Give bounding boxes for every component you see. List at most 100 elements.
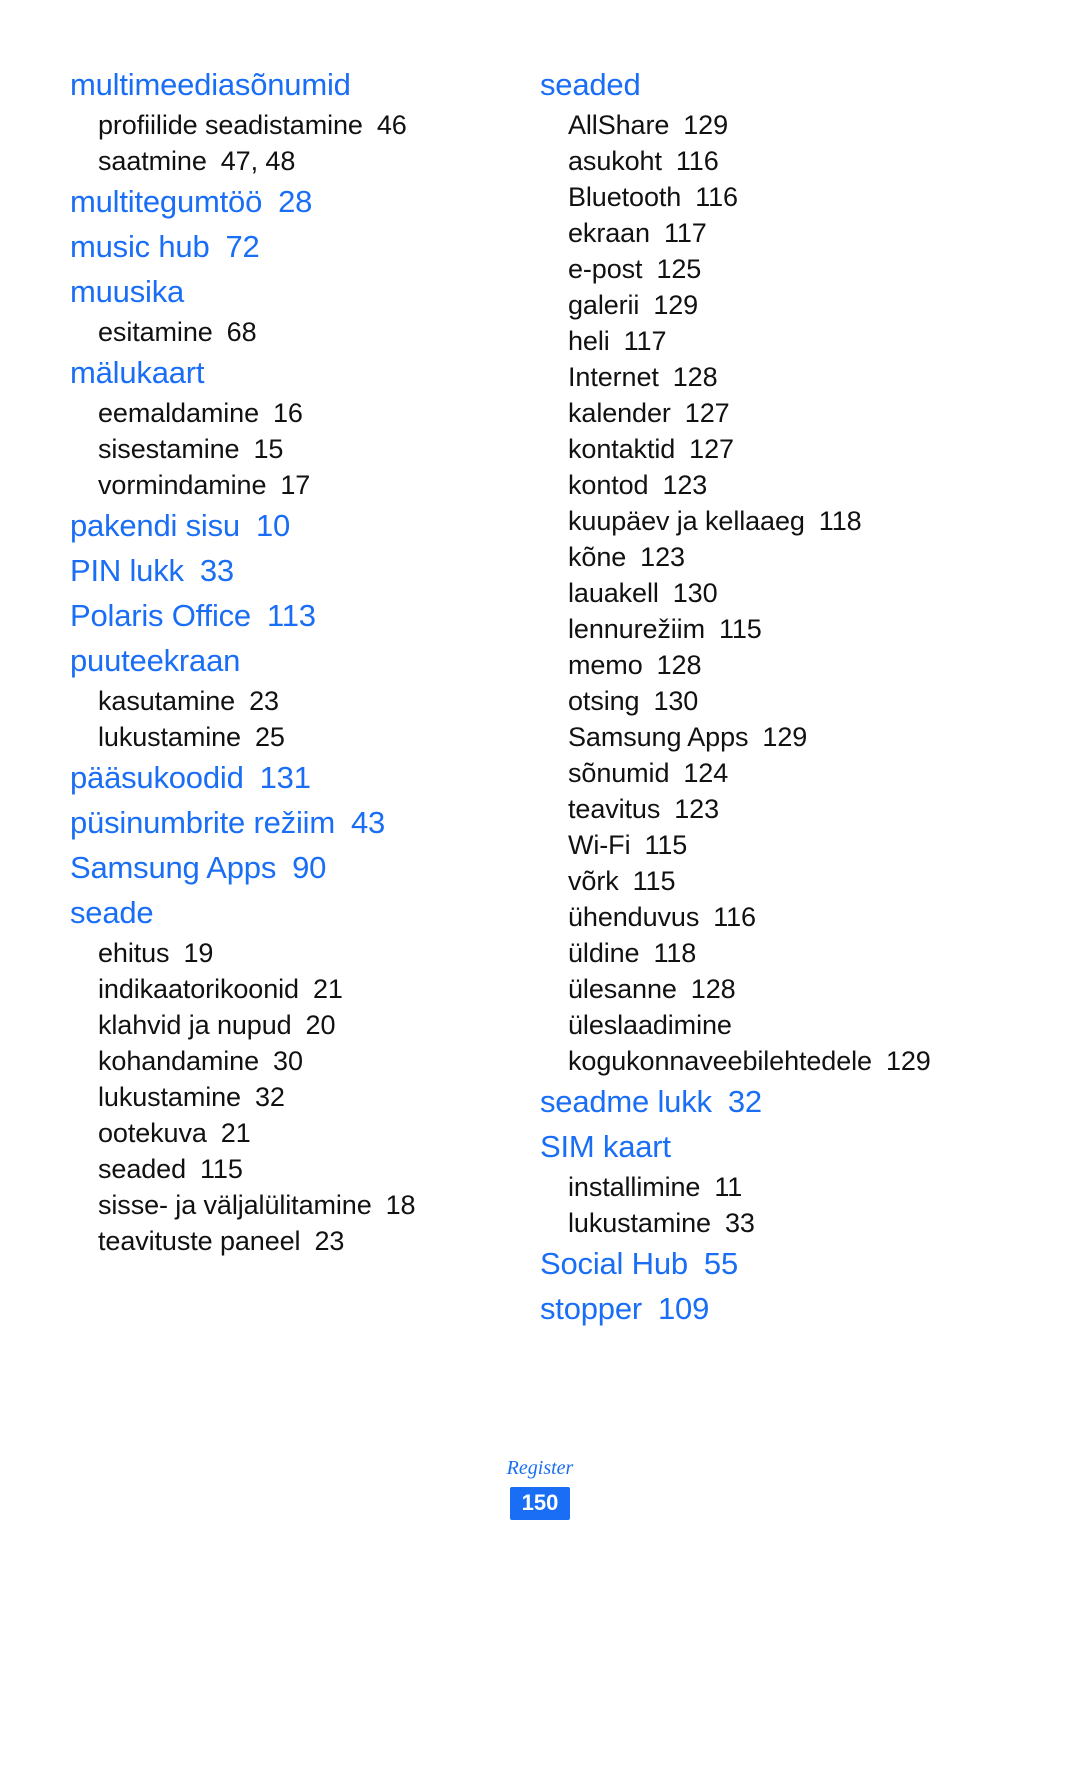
index-subentry[interactable]: sisse- ja väljalülitamine 18: [70, 1187, 485, 1223]
index-subentry-page: 116: [695, 182, 738, 212]
index-subentry[interactable]: asukoht 116: [540, 143, 1010, 179]
index-subentry-page: 118: [653, 938, 697, 968]
index-columns: multimeediasõnumid profiilide seadistamin…: [70, 62, 1010, 1331]
index-subentry[interactable]: profiilide seadistamine 46: [70, 107, 485, 143]
index-heading-label: muusika: [70, 274, 185, 309]
index-subentry[interactable]: ühenduvus 116: [540, 899, 1010, 935]
index-heading-label: seaded: [540, 67, 641, 102]
index-subentry-label: ühenduvus: [568, 902, 700, 932]
index-heading[interactable]: multitegumtöö 28: [70, 179, 485, 224]
index-heading[interactable]: seaded: [540, 62, 1010, 107]
index-subentry-label: Wi-Fi: [568, 830, 631, 860]
index-subentry-label: üldine: [568, 938, 640, 968]
index-subentry-page: 21: [312, 974, 343, 1004]
index-group: Social Hub 55: [540, 1241, 1010, 1286]
index-group: stopper 109: [540, 1286, 1010, 1331]
index-subentry[interactable]: ekraan 117: [540, 215, 1010, 251]
index-heading-page: 113: [266, 598, 316, 633]
index-subentry[interactable]: seaded 115: [70, 1151, 485, 1187]
index-subentry-page: 115: [644, 830, 688, 860]
index-subentry[interactable]: otsing 130: [540, 683, 1010, 719]
index-subentry[interactable]: lennurežiim 115: [540, 611, 1010, 647]
index-subentry[interactable]: kontod 123: [540, 467, 1010, 503]
index-heading[interactable]: Samsung Apps 90: [70, 845, 485, 890]
index-subentry-label: seaded: [98, 1154, 186, 1184]
index-subentry[interactable]: võrk 115: [540, 863, 1010, 899]
index-subentry-page: 47, 48: [220, 146, 296, 176]
index-subentry[interactable]: Wi-Fi 115: [540, 827, 1010, 863]
index-subentry[interactable]: e-post 125: [540, 251, 1010, 287]
index-subentry[interactable]: lukustamine 25: [70, 719, 485, 755]
index-subentry-label: eemaldamine: [98, 398, 259, 428]
index-subentry[interactable]: memo 128: [540, 647, 1010, 683]
index-subentry-page: 118: [818, 506, 862, 536]
index-heading[interactable]: multimeediasõnumid: [70, 62, 485, 107]
index-subentry-label: lukustamine: [98, 722, 241, 752]
index-heading[interactable]: pääsukoodid 131: [70, 755, 485, 800]
index-heading-label: pakendi sisu: [70, 508, 240, 543]
index-subentry[interactable]: ülesanne 128: [540, 971, 1010, 1007]
index-heading[interactable]: stopper 109: [540, 1286, 1010, 1331]
index-subentry[interactable]: Samsung Apps 129: [540, 719, 1010, 755]
index-subentry[interactable]: kohandamine 30: [70, 1043, 485, 1079]
index-heading-page: 55: [703, 1246, 739, 1281]
index-subentry[interactable]: kasutamine 23: [70, 683, 485, 719]
index-subentry[interactable]: teavitus 123: [540, 791, 1010, 827]
index-heading[interactable]: püsinumbrite režiim 43: [70, 800, 485, 845]
index-heading[interactable]: pakendi sisu 10: [70, 503, 485, 548]
index-subentry-label: lukustamine: [98, 1082, 241, 1112]
index-subentry[interactable]: üleslaadimine kogukonnaveebilehtedele 129: [540, 1007, 1010, 1079]
index-heading[interactable]: puuteekraan: [70, 638, 485, 683]
index-subentry[interactable]: lukustamine 33: [540, 1205, 1010, 1241]
index-subentry-continuation: kogukonnaveebilehtedele 129: [568, 1043, 1010, 1079]
index-subentry[interactable]: lauakell 130: [540, 575, 1010, 611]
index-subentry[interactable]: kõne 123: [540, 539, 1010, 575]
index-subentry[interactable]: kalender 127: [540, 395, 1010, 431]
index-subentry[interactable]: sõnumid 124: [540, 755, 1010, 791]
index-heading[interactable]: muusika: [70, 269, 485, 314]
index-subentry[interactable]: galerii 129: [540, 287, 1010, 323]
index-subentry[interactable]: eemaldamine 16: [70, 395, 485, 431]
index-subentry-label: profiilide seadistamine: [98, 110, 363, 140]
index-subentry-label: otsing: [568, 686, 640, 716]
index-subentry[interactable]: installimine 11: [540, 1169, 1010, 1205]
index-subentry-page: 21: [220, 1118, 251, 1148]
index-subentry[interactable]: vormindamine 17: [70, 467, 485, 503]
index-heading[interactable]: seadme lukk 32: [540, 1079, 1010, 1124]
index-subentry-page: 115: [718, 614, 762, 644]
index-subentry-label: ülesanne: [568, 974, 677, 1004]
index-subentry[interactable]: üldine 118: [540, 935, 1010, 971]
index-subentry[interactable]: esitamine 68: [70, 314, 485, 350]
index-subentry[interactable]: kuupäev ja kellaaeg 118: [540, 503, 1010, 539]
index-subentry-label: saatmine: [98, 146, 207, 176]
index-heading[interactable]: Polaris Office 113: [70, 593, 485, 638]
index-heading-page: 131: [259, 760, 311, 795]
index-subentry[interactable]: heli 117: [540, 323, 1010, 359]
index-subentry-page: 123: [674, 794, 719, 824]
index-subentry[interactable]: saatmine 47, 48: [70, 143, 485, 179]
index-subentry[interactable]: teavituste paneel 23: [70, 1223, 485, 1259]
index-subentry[interactable]: Bluetooth 116: [540, 179, 1010, 215]
index-subentry[interactable]: kontaktid 127: [540, 431, 1010, 467]
index-heading[interactable]: music hub 72: [70, 224, 485, 269]
index-heading[interactable]: SIM kaart: [540, 1124, 1010, 1169]
index-heading[interactable]: seade: [70, 890, 485, 935]
index-heading-label: multimeediasõnumid: [70, 67, 351, 102]
index-heading[interactable]: mälukaart: [70, 350, 485, 395]
index-heading-label: mälukaart: [70, 355, 205, 390]
index-heading-label: Polaris Office: [70, 598, 251, 633]
index-subentry[interactable]: sisestamine 15: [70, 431, 485, 467]
index-heading[interactable]: Social Hub 55: [540, 1241, 1010, 1286]
index-subentry[interactable]: klahvid ja nupud 20: [70, 1007, 485, 1043]
index-heading[interactable]: PIN lukk 33: [70, 548, 485, 593]
index-subentry-page: 17: [280, 470, 311, 500]
index-subentry[interactable]: ehitus 19: [70, 935, 485, 971]
index-group: multimeediasõnumid profiilide seadistamin…: [70, 62, 485, 179]
index-subentry[interactable]: ootekuva 21: [70, 1115, 485, 1151]
index-subentry-label: teavituste paneel: [98, 1226, 301, 1256]
index-subentry[interactable]: Internet 128: [540, 359, 1010, 395]
index-subentry[interactable]: indikaatorikoonid 21: [70, 971, 485, 1007]
index-subentry[interactable]: lukustamine 32: [70, 1079, 485, 1115]
index-subentry-continuation-page: 129: [885, 1046, 931, 1076]
index-subentry[interactable]: AllShare 129: [540, 107, 1010, 143]
